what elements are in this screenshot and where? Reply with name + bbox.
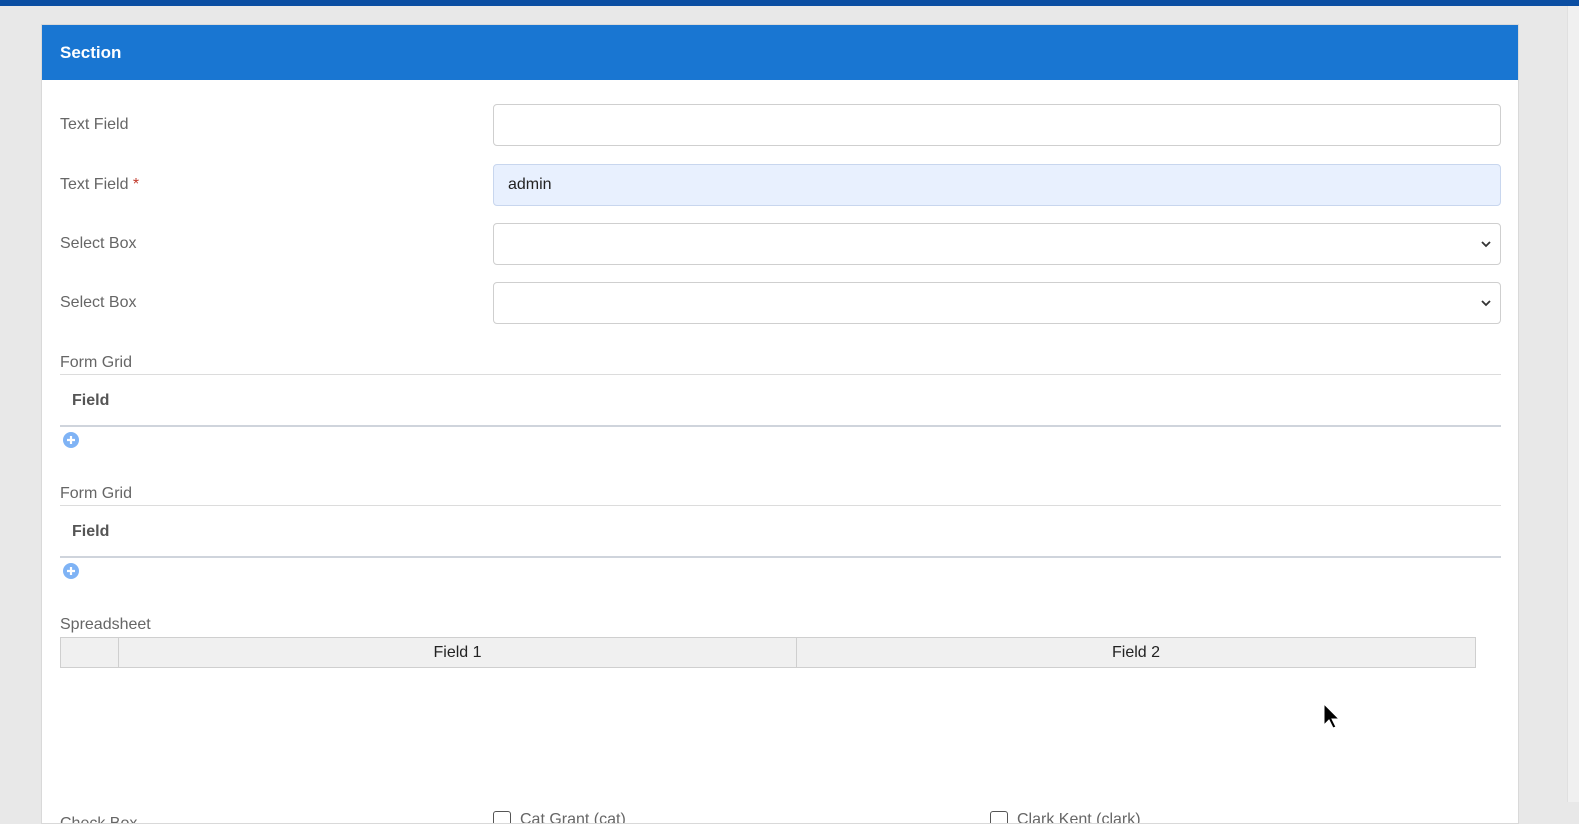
- checkbox-option-label: Clark Kent (clark): [1017, 811, 1141, 824]
- form-grid-2-column-header: Field: [60, 505, 1501, 558]
- spreadsheet-corner-cell[interactable]: [61, 638, 119, 667]
- form-grid-2-title: Form Grid: [60, 485, 132, 502]
- section-panel: Section Text Field Text Field * Select B…: [41, 24, 1519, 824]
- spreadsheet-header-row: Field 1 Field 2: [60, 637, 1476, 668]
- select-box-row-1: Select Box: [60, 223, 1501, 265]
- select-box-label-1: Select Box: [60, 235, 137, 252]
- checkbox-option[interactable]: Clark Kent (clark): [990, 811, 1141, 824]
- plus-circle-icon[interactable]: [62, 431, 80, 449]
- select-box-1[interactable]: [493, 223, 1501, 265]
- checkbox-box[interactable]: [493, 811, 511, 823]
- text-field-row-2: Text Field *: [60, 164, 1501, 206]
- text-field-row-1: Text Field: [60, 104, 1501, 146]
- required-mark: *: [132, 176, 140, 193]
- text-field-input-1[interactable]: [493, 104, 1501, 146]
- spreadsheet-column-header[interactable]: Field 2: [797, 638, 1475, 667]
- chevron-down-icon: [1481, 241, 1491, 248]
- plus-circle-icon[interactable]: [62, 562, 80, 580]
- text-field-label-1: Text Field: [60, 116, 129, 133]
- text-field-label-2-text: Text Field: [60, 176, 129, 193]
- page-scrollbar[interactable]: [1567, 6, 1579, 802]
- checkbox-option[interactable]: Cat Grant (cat): [493, 811, 626, 824]
- spreadsheet-column-header[interactable]: Field 1: [119, 638, 797, 667]
- form-grid-1-title: Form Grid: [60, 354, 132, 371]
- select-box-2[interactable]: [493, 282, 1501, 324]
- checkbox-option-label: Cat Grant (cat): [520, 811, 626, 824]
- check-box-label: Check Box: [60, 815, 138, 824]
- chevron-down-icon: [1481, 300, 1491, 307]
- text-field-input-2[interactable]: [493, 164, 1501, 206]
- select-box-row-2: Select Box: [60, 282, 1501, 324]
- form-grid-2: Form Grid Field: [60, 483, 1501, 585]
- spreadsheet: Spreadsheet Field 1 Field 2: [60, 614, 1476, 668]
- form-grid-1: Form Grid Field: [60, 352, 1501, 454]
- section-title[interactable]: Section: [42, 25, 1518, 80]
- mouse-pointer-icon: [1323, 703, 1341, 729]
- text-field-label-2: Text Field *: [60, 164, 139, 206]
- spreadsheet-title: Spreadsheet: [60, 616, 151, 633]
- checkbox-box[interactable]: [990, 811, 1008, 823]
- select-box-label-2: Select Box: [60, 294, 137, 311]
- top-bar: [0, 0, 1579, 6]
- form-grid-1-column-header: Field: [60, 374, 1501, 427]
